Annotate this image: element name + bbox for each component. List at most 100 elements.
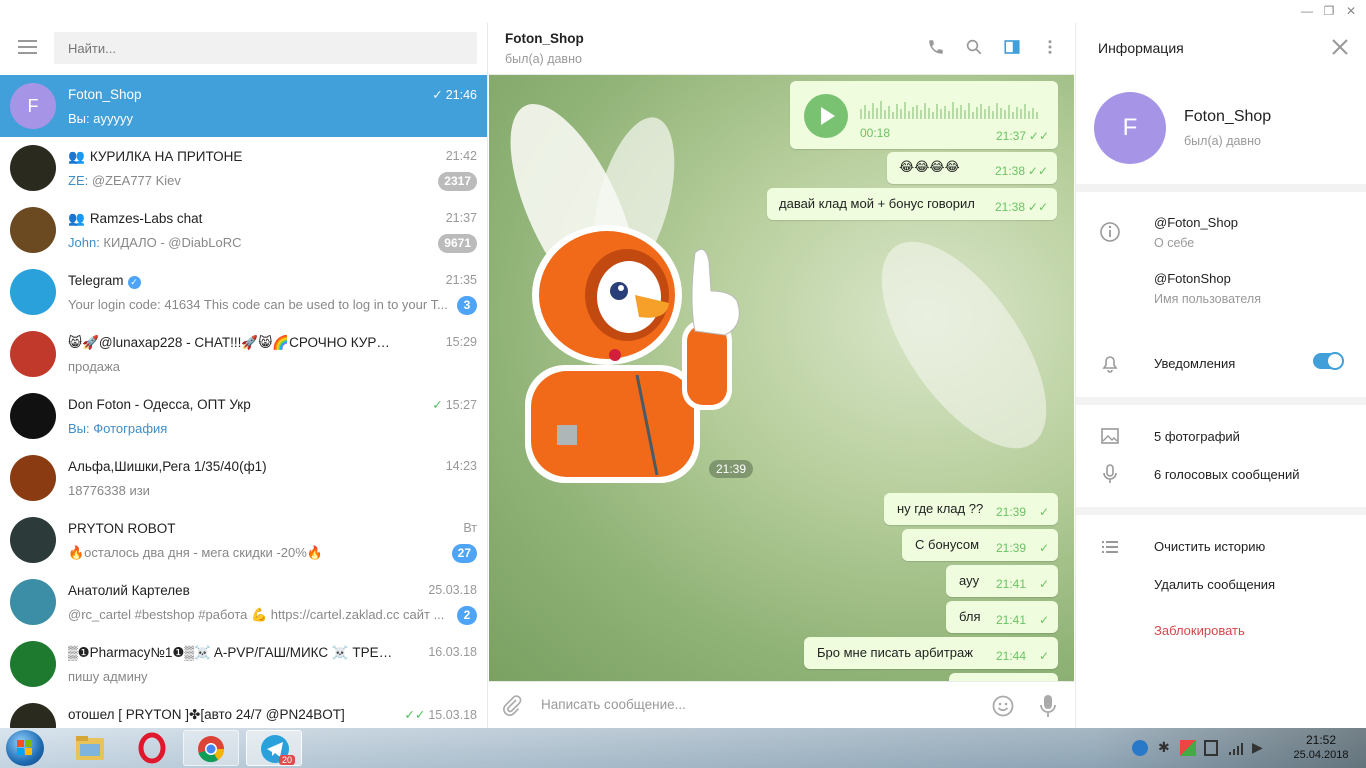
close-icon[interactable] [1330,37,1350,60]
dialog-preview: John: КИДАЛО - @DiabLoRC [68,235,242,250]
notifications-toggle[interactable] [1313,352,1344,370]
avatar[interactable]: F [1094,92,1166,164]
dialog-item[interactable]: 😸🚀@lunaxap228 - CHAT!!!🚀😸🌈СРОЧНО КУРЬЕРЫ… [0,323,487,385]
dialog-item[interactable]: Don Foton - Одесса, ОПТ Укр ✓ 15:27 Вы: Фот… [0,385,487,447]
block-button[interactable]: Заблокировать [1154,623,1245,638]
phone-icon[interactable] [925,38,947,60]
waveform [860,101,1038,119]
dialog-preview: продажа [68,359,120,374]
message-bubble[interactable]: бля 21:41 ✓ [946,601,1058,633]
search-icon[interactable] [963,38,985,60]
message-bubble[interactable]: давай клад мой + бонус говорил 21:38 ✓✓ [767,188,1057,220]
chat-panel: Foton_Shop был(а) давно 00:18 21:37 ✓✓ 😂… [489,23,1074,728]
message-bubble[interactable]: ауу 21:41 ✓ [946,565,1058,597]
avatar [10,145,56,191]
dialogs-topbar [0,23,487,75]
dialog-item[interactable]: отошел [ PRYTON ]✤[авто 24/7 @PN24BOT] ✓✓… [0,695,487,728]
clock-time[interactable]: 21:52 [1298,733,1344,747]
start-button[interactable] [6,730,44,766]
dialog-item[interactable]: Telegram ✓ 21:35 Your login code: 41634 Thi… [0,261,487,323]
dialog-item[interactable]: ▒❶Pharmacy№1❶▒☠️ A-PVP/ГАШ/МИКС ☠️ ТРЕБУ… [0,633,487,695]
volume-icon[interactable]: ▶ [1252,739,1263,756]
read-check-icon: ✓ [1038,613,1049,627]
bio-value[interactable]: @Foton_Shop [1154,215,1238,230]
dialog-time: ✓ 15:27 [432,398,477,412]
dialog-item[interactable]: 👥 Ramzes-Labs chat 21:37 John: КИДАЛО - @Di… [0,199,487,261]
dialog-preview: ZE: @ZEA777 Kiev [68,173,181,188]
dialog-name: Анатолий Картелев [68,583,190,598]
dialog-preview: 🔥осталось два дня - мега скидки -20%🔥 [68,545,323,560]
bio-label: О себе [1154,236,1195,250]
info-icon [1099,221,1121,248]
telegram-taskbar-icon[interactable]: 20 [246,730,302,766]
sticker[interactable]: 21:39 [517,225,757,485]
menu-icon[interactable] [18,40,37,54]
chrome-taskbar-icon[interactable] [183,730,239,766]
divider [1076,397,1366,405]
close-window-icon[interactable]: ✕ [1340,3,1362,19]
battery-icon[interactable] [1204,740,1218,756]
chat-title[interactable]: Foton_Shop [505,31,584,46]
dialog-item[interactable]: F Foton_Shop ✓ 21:46 Вы: ayyyyy [0,75,487,137]
dialog-item[interactable]: 👥 КУРИЛКА НА ПРИТОНЕ 21:42 ZE: @ZEA777 Kiev… [0,137,487,199]
bluetooth-icon[interactable]: ✱ [1158,739,1170,756]
dialog-item[interactable]: PRYTON ROBOT Вт 🔥осталось два дня - мега с… [0,509,487,571]
read-check-icon: ✓✓ [1027,164,1048,178]
explorer-taskbar-icon[interactable] [62,730,118,766]
message-bubble[interactable]: 😂😂😂😂 21:38 ✓✓ [887,152,1057,184]
tray-icon[interactable] [1180,740,1196,756]
search-input[interactable] [54,32,477,64]
unread-badge: 3 [457,296,477,315]
chat-messages-area[interactable]: 00:18 21:37 ✓✓ 😂😂😂😂 21:38 ✓✓ давай клад … [489,75,1074,681]
photos-link[interactable]: 5 фотографий [1154,429,1240,444]
dialog-preview: пишу админу [68,669,148,684]
dialog-preview: @rc_cartel #bestshop #работа 💪 https://c… [68,607,445,622]
network-icon[interactable] [1228,740,1244,759]
microphone-icon [1099,463,1121,490]
play-icon[interactable] [804,94,848,138]
voice-messages-link[interactable]: 6 голосовых сообщений [1154,467,1299,482]
dialog-time: 21:35 [445,273,477,287]
delete-messages-button[interactable]: Удалить сообщения [1154,577,1275,592]
message-bubble[interactable]: Бро мне писать арбитраж 21:44 ✓ [804,637,1058,669]
avatar [10,641,56,687]
attach-icon[interactable] [501,694,523,719]
maximize-icon[interactable]: ❐ [1318,3,1340,19]
sidebar-toggle-icon[interactable] [1001,38,1023,60]
info-title: Информация [1098,40,1184,56]
message-input[interactable]: Написать сообщение... [541,697,686,712]
read-check-icon: ✓ [432,88,443,102]
avatar [10,579,56,625]
opera-taskbar-icon[interactable] [124,730,180,766]
dialog-name: Telegram ✓ [68,273,398,289]
unread-badge: 2317 [438,172,477,191]
message-text: 😂😂😂😂 [899,159,960,174]
avatar [10,455,56,501]
username-value[interactable]: @FotonShop [1154,271,1231,286]
message-text: ну где клад ?? [897,501,984,516]
voice-message[interactable]: 00:18 21:37 ✓✓ [790,81,1058,149]
more-icon[interactable] [1039,38,1061,60]
minimize-icon[interactable]: — [1296,3,1318,19]
message-bubble-partial[interactable] [949,673,1058,681]
message-time: 21:39 [995,541,1026,555]
message-time: 21:41 [995,613,1026,627]
background-flower [850,215,1074,475]
dialog-item[interactable]: Анатолий Картелев 25.03.18 @rc_cartel #bes… [0,571,487,633]
dialog-name: отошел [ PRYTON ]✤[авто 24/7 @PN24BOT] [68,707,345,722]
message-bubble[interactable]: С бонусом 21:39 ✓ [902,529,1058,561]
microphone-icon[interactable] [1037,693,1059,722]
clear-history-button[interactable]: Очистить историю [1154,539,1265,554]
dialog-preview: 18776338 изи [68,483,150,498]
tray-icon[interactable] [1132,740,1148,756]
emoji-icon[interactable] [991,694,1015,721]
message-bubble[interactable]: ну где клад ?? 21:39 ✓ [884,493,1058,525]
group-icon: 👥 [68,211,85,226]
dialog-item[interactable]: Альфа,Шишки,Рега 1/35/40(ф1) 14:23 1877633… [0,447,487,509]
read-check-icon: ✓✓ [1027,200,1048,214]
avatar [10,207,56,253]
photo-icon [1099,425,1121,452]
clock-date[interactable]: 25.04.2018 [1288,749,1354,761]
unread-badge: 27 [451,544,477,563]
window-titlebar: — ❐ ✕ [0,0,1366,23]
